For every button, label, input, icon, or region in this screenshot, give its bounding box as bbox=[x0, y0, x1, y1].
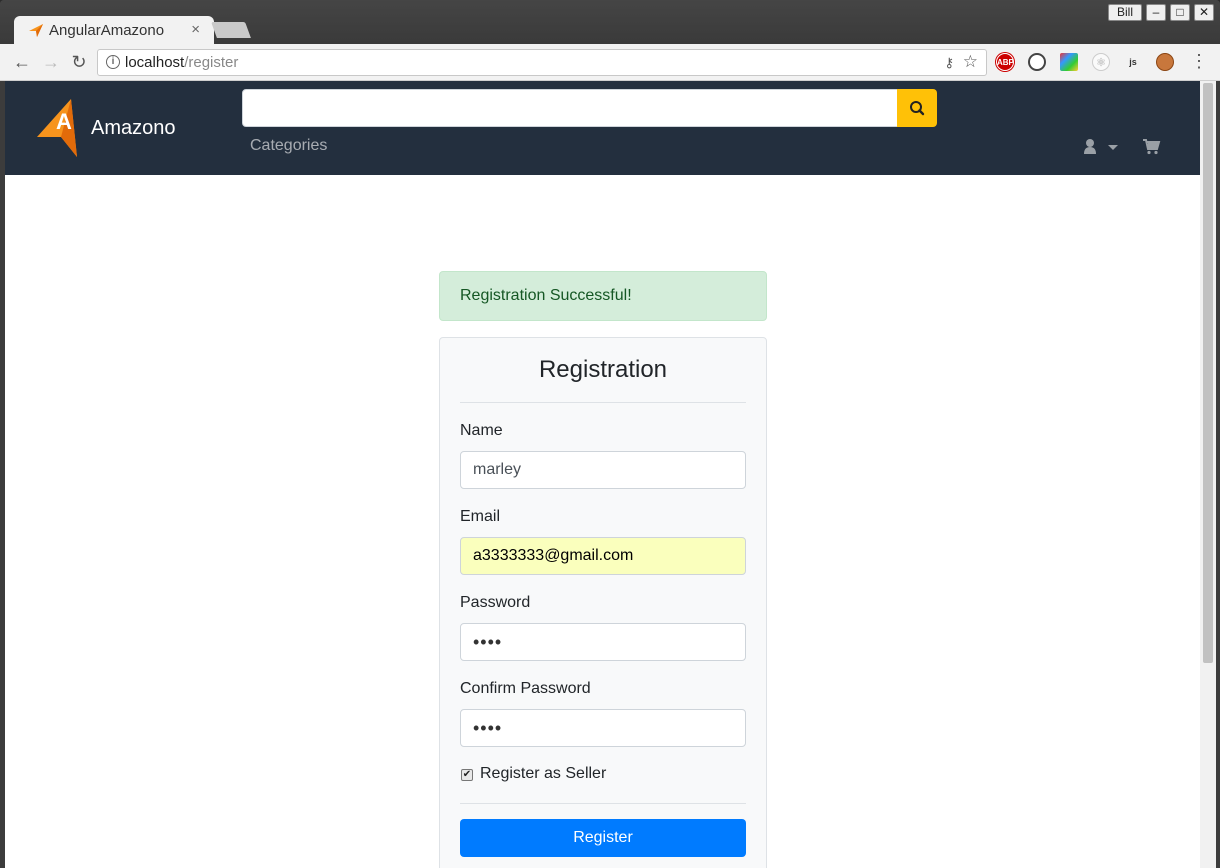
url-host: localhost bbox=[125, 54, 185, 71]
angular-favicon-icon bbox=[29, 24, 43, 37]
key-icon[interactable]: ⚷ bbox=[944, 55, 954, 71]
title-divider bbox=[460, 402, 746, 403]
email-field[interactable]: a3333333@gmail.com bbox=[460, 537, 746, 575]
alert-message: Registration Successful! bbox=[460, 287, 632, 304]
maximize-button[interactable]: □ bbox=[1170, 4, 1190, 21]
colorzilla-icon[interactable] bbox=[1060, 53, 1078, 71]
url-text[interactable]: localhost/register bbox=[125, 54, 238, 71]
password-label: Password bbox=[460, 594, 531, 611]
form-title: Registration bbox=[538, 356, 668, 383]
browser-tab[interactable]: AngularAmazono × bbox=[14, 16, 214, 44]
address-bar[interactable]: i localhost/register ⚷ ☆ bbox=[97, 49, 987, 76]
bookmark-star-icon[interactable]: ☆ bbox=[963, 52, 978, 72]
name-label: Name bbox=[460, 422, 503, 439]
tab-close-icon[interactable]: × bbox=[191, 21, 200, 38]
site-navbar: A Amazono Categories bbox=[5, 81, 1200, 175]
categories-link[interactable]: Categories bbox=[250, 137, 327, 155]
confirm-password-label: Confirm Password bbox=[460, 680, 591, 697]
window-frame bbox=[1216, 81, 1220, 868]
brand-name[interactable]: Amazono bbox=[91, 117, 176, 140]
back-icon[interactable]: ← bbox=[11, 51, 33, 73]
info-icon[interactable]: i bbox=[106, 55, 120, 69]
window-controls: Bill – □ ✕ bbox=[1107, 4, 1214, 21]
page-viewport: A Amazono Categories Registration Succes… bbox=[5, 81, 1200, 868]
cart-icon bbox=[1143, 139, 1161, 155]
seller-checkbox[interactable]: ✔ bbox=[461, 769, 473, 781]
confirm-password-field[interactable]: •••• bbox=[460, 709, 746, 747]
name-field[interactable]: marley bbox=[460, 451, 746, 489]
react-devtools-icon[interactable]: ⚛ bbox=[1092, 53, 1110, 71]
password-field[interactable]: •••• bbox=[460, 623, 746, 661]
browser-toolbar: ← → ↻ i localhost/register ⚷ ☆ ABP ⚛ js … bbox=[0, 44, 1220, 81]
page-scrollbar[interactable] bbox=[1200, 81, 1216, 868]
new-tab-button[interactable] bbox=[211, 22, 251, 38]
email-label: Email bbox=[460, 508, 501, 525]
amazono-logo-icon[interactable]: A bbox=[37, 99, 85, 157]
success-alert: Registration Successful! bbox=[439, 271, 767, 321]
search-icon bbox=[910, 101, 925, 116]
registration-card: Registration Name marley Email a3333333@… bbox=[439, 337, 767, 868]
button-divider bbox=[460, 803, 746, 804]
monkey-extension-icon[interactable] bbox=[1156, 53, 1174, 71]
cart-link[interactable] bbox=[1143, 139, 1161, 155]
search-button[interactable] bbox=[897, 89, 937, 127]
seller-checkbox-label[interactable]: Register as Seller bbox=[480, 765, 606, 783]
browser-window: AngularAmazono × Bill – □ ✕ ← → ↻ i loca… bbox=[0, 0, 1220, 868]
browser-menu-icon[interactable]: ⋮ bbox=[1190, 51, 1208, 72]
user-dropdown[interactable] bbox=[1083, 138, 1123, 158]
js-extension-icon[interactable]: js bbox=[1124, 53, 1142, 71]
user-icon bbox=[1084, 139, 1118, 154]
url-path: /register bbox=[184, 54, 239, 71]
close-window-button[interactable]: ✕ bbox=[1194, 4, 1214, 21]
forward-icon[interactable]: → bbox=[40, 51, 62, 73]
adblock-icon[interactable]: ABP bbox=[996, 53, 1014, 71]
register-button[interactable]: Register bbox=[460, 819, 746, 857]
minimize-button[interactable]: – bbox=[1146, 4, 1166, 21]
sync-icon[interactable] bbox=[1028, 53, 1046, 71]
search-input[interactable] bbox=[242, 89, 898, 127]
tab-strip: AngularAmazono × Bill – □ ✕ bbox=[0, 0, 1220, 44]
reload-icon[interactable]: ↻ bbox=[68, 51, 90, 73]
scrollbar-thumb[interactable] bbox=[1203, 83, 1213, 663]
tab-title: AngularAmazono bbox=[49, 22, 165, 39]
svg-text:A: A bbox=[56, 109, 72, 134]
profile-button[interactable]: Bill bbox=[1107, 4, 1142, 21]
